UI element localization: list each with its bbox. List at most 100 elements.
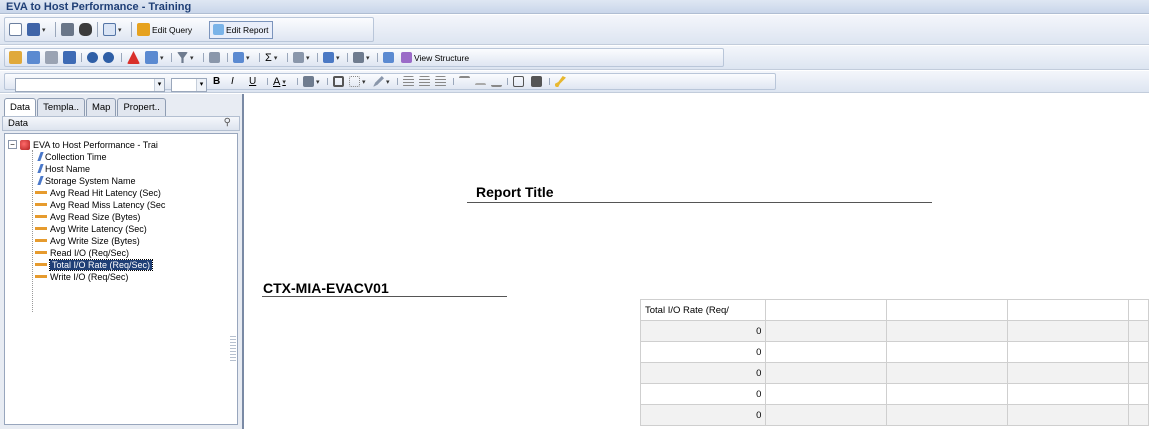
grid-cell[interactable]	[886, 299, 1009, 321]
merge-button[interactable]	[531, 74, 542, 90]
font-name-select[interactable]: ▾	[15, 78, 165, 92]
grid-cell[interactable]	[886, 362, 1009, 384]
grid-cell[interactable]	[765, 383, 888, 405]
insert-freestanding-button[interactable]	[45, 50, 58, 66]
grid-cell[interactable]	[886, 320, 1009, 342]
insert-chart-button[interactable]	[27, 50, 40, 66]
tree-item[interactable]: Avg Write Latency (Sec)	[35, 223, 147, 234]
print-button[interactable]	[61, 22, 74, 38]
align-bottom-button[interactable]	[491, 74, 502, 90]
border-button[interactable]	[333, 74, 344, 90]
value-cell[interactable]: 0	[639, 404, 767, 426]
redo-button[interactable]	[103, 50, 114, 66]
tab-properties[interactable]: Propert..	[117, 98, 166, 116]
filter-bar-button[interactable]	[209, 50, 220, 66]
value-cell[interactable]: 0	[639, 320, 767, 342]
pin-icon[interactable]: ⚲	[224, 117, 231, 128]
report-title[interactable]: Report Title	[476, 184, 554, 200]
templates-button[interactable]: ▾	[353, 50, 370, 66]
pen-button[interactable]: ▾	[373, 74, 390, 90]
tree-item[interactable]: Avg Write Size (Bytes)	[35, 235, 140, 246]
align-top-button[interactable]	[459, 74, 470, 90]
tab-map[interactable]: Map	[85, 98, 117, 116]
grid-cell[interactable]	[1007, 383, 1130, 405]
grid-cell[interactable]	[765, 299, 888, 321]
new-document-button[interactable]	[9, 22, 22, 38]
formula-button[interactable]	[63, 50, 76, 66]
copy-format-icon	[383, 52, 394, 63]
edit-report-button[interactable]: Edit Report	[209, 20, 273, 39]
grid-cell[interactable]	[1128, 404, 1149, 426]
grid-cell[interactable]	[1007, 299, 1130, 321]
align-center-button[interactable]	[419, 74, 430, 90]
clear-format-button[interactable]	[555, 74, 566, 90]
alerter-button[interactable]	[127, 50, 140, 66]
sum-button[interactable]: Σ ▾	[265, 50, 277, 66]
tree-item-selected[interactable]: Total I/O Rate (Req/Sec)	[35, 258, 154, 271]
section-title[interactable]: CTX-MIA-EVACV01	[263, 280, 389, 296]
insert-table-button[interactable]	[9, 50, 22, 66]
bold-button[interactable]: B	[213, 74, 220, 90]
undo-button[interactable]	[87, 50, 98, 66]
font-size-select[interactable]: ▾	[171, 78, 207, 92]
table-row: 0	[639, 320, 1149, 342]
fill-color-button[interactable]: ▾	[303, 74, 320, 90]
grid-cell[interactable]	[1128, 341, 1149, 363]
save-button[interactable]: ▾	[27, 22, 46, 38]
format-painter-button[interactable]	[383, 50, 394, 66]
italic-button[interactable]: I	[231, 74, 234, 90]
tree-item[interactable]: Storage System Name	[37, 175, 136, 186]
grid-cell[interactable]	[1128, 320, 1149, 342]
font-color-button[interactable]: A ▾	[273, 74, 286, 90]
tree-item[interactable]: Avg Read Size (Bytes)	[35, 211, 140, 222]
value-cell[interactable]: 0	[639, 341, 767, 363]
measure-icon	[35, 215, 47, 218]
tree-item-label: Avg Write Size (Bytes)	[50, 235, 140, 246]
tree-item[interactable]: Write I/O (Req/Sec)	[35, 271, 128, 282]
grid-cell[interactable]	[886, 383, 1009, 405]
value-cell[interactable]: 0	[639, 362, 767, 384]
dimension-icon	[37, 152, 44, 161]
grid-cell[interactable]	[765, 362, 888, 384]
grid-cell[interactable]	[1128, 362, 1149, 384]
filter-button[interactable]: ▾	[177, 50, 194, 66]
sort-button[interactable]: ▾	[233, 50, 250, 66]
grid-cell[interactable]	[765, 341, 888, 363]
border-style-button[interactable]: ▾	[349, 74, 366, 90]
grid-cell[interactable]	[886, 404, 1009, 426]
grid-cell[interactable]	[1128, 299, 1149, 321]
grid-cell[interactable]	[1007, 320, 1130, 342]
tree-item[interactable]: Collection Time	[37, 151, 107, 162]
resize-grip[interactable]	[230, 334, 236, 424]
align-left-button[interactable]	[403, 74, 414, 90]
grid-cell[interactable]	[886, 341, 1009, 363]
wrap-text-button[interactable]	[513, 74, 524, 90]
tree-item[interactable]: Host Name	[37, 163, 90, 174]
tab-templates[interactable]: Templa..	[37, 98, 85, 116]
tree-root[interactable]: EVA to Host Performance - Trai	[20, 139, 158, 150]
tree-item[interactable]: Avg Read Miss Latency (Sec	[35, 199, 165, 210]
tree-item[interactable]: Avg Read Hit Latency (Sec)	[35, 187, 161, 198]
view-mode-button[interactable]: ▾	[103, 22, 122, 38]
insert-button[interactable]: ▾	[293, 50, 310, 66]
grid-header-cell[interactable]: Total I/O Rate (Req/	[639, 299, 767, 321]
toolbar-separator	[507, 78, 508, 85]
break-button[interactable]: ▾	[145, 50, 164, 66]
grid-cell[interactable]	[1007, 362, 1130, 384]
value-cell[interactable]: 0	[639, 383, 767, 405]
align-middle-button[interactable]	[475, 74, 486, 90]
turn-to-button[interactable]: ▾	[323, 50, 340, 66]
find-button[interactable]	[79, 22, 92, 38]
edit-query-button[interactable]: Edit Query	[137, 22, 192, 38]
tree-item[interactable]: Read I/O (Req/Sec)	[35, 247, 129, 258]
grid-cell[interactable]	[1007, 404, 1130, 426]
underline-button[interactable]: U	[249, 74, 256, 90]
grid-cell[interactable]	[1007, 341, 1130, 363]
grid-cell[interactable]	[765, 320, 888, 342]
tab-data[interactable]: Data	[4, 98, 37, 117]
grid-cell[interactable]	[1128, 383, 1149, 405]
grid-cell[interactable]	[765, 404, 888, 426]
collapse-icon[interactable]: −	[8, 140, 17, 149]
view-structure-button[interactable]: View Structure	[401, 50, 469, 66]
align-right-button[interactable]	[435, 74, 446, 90]
